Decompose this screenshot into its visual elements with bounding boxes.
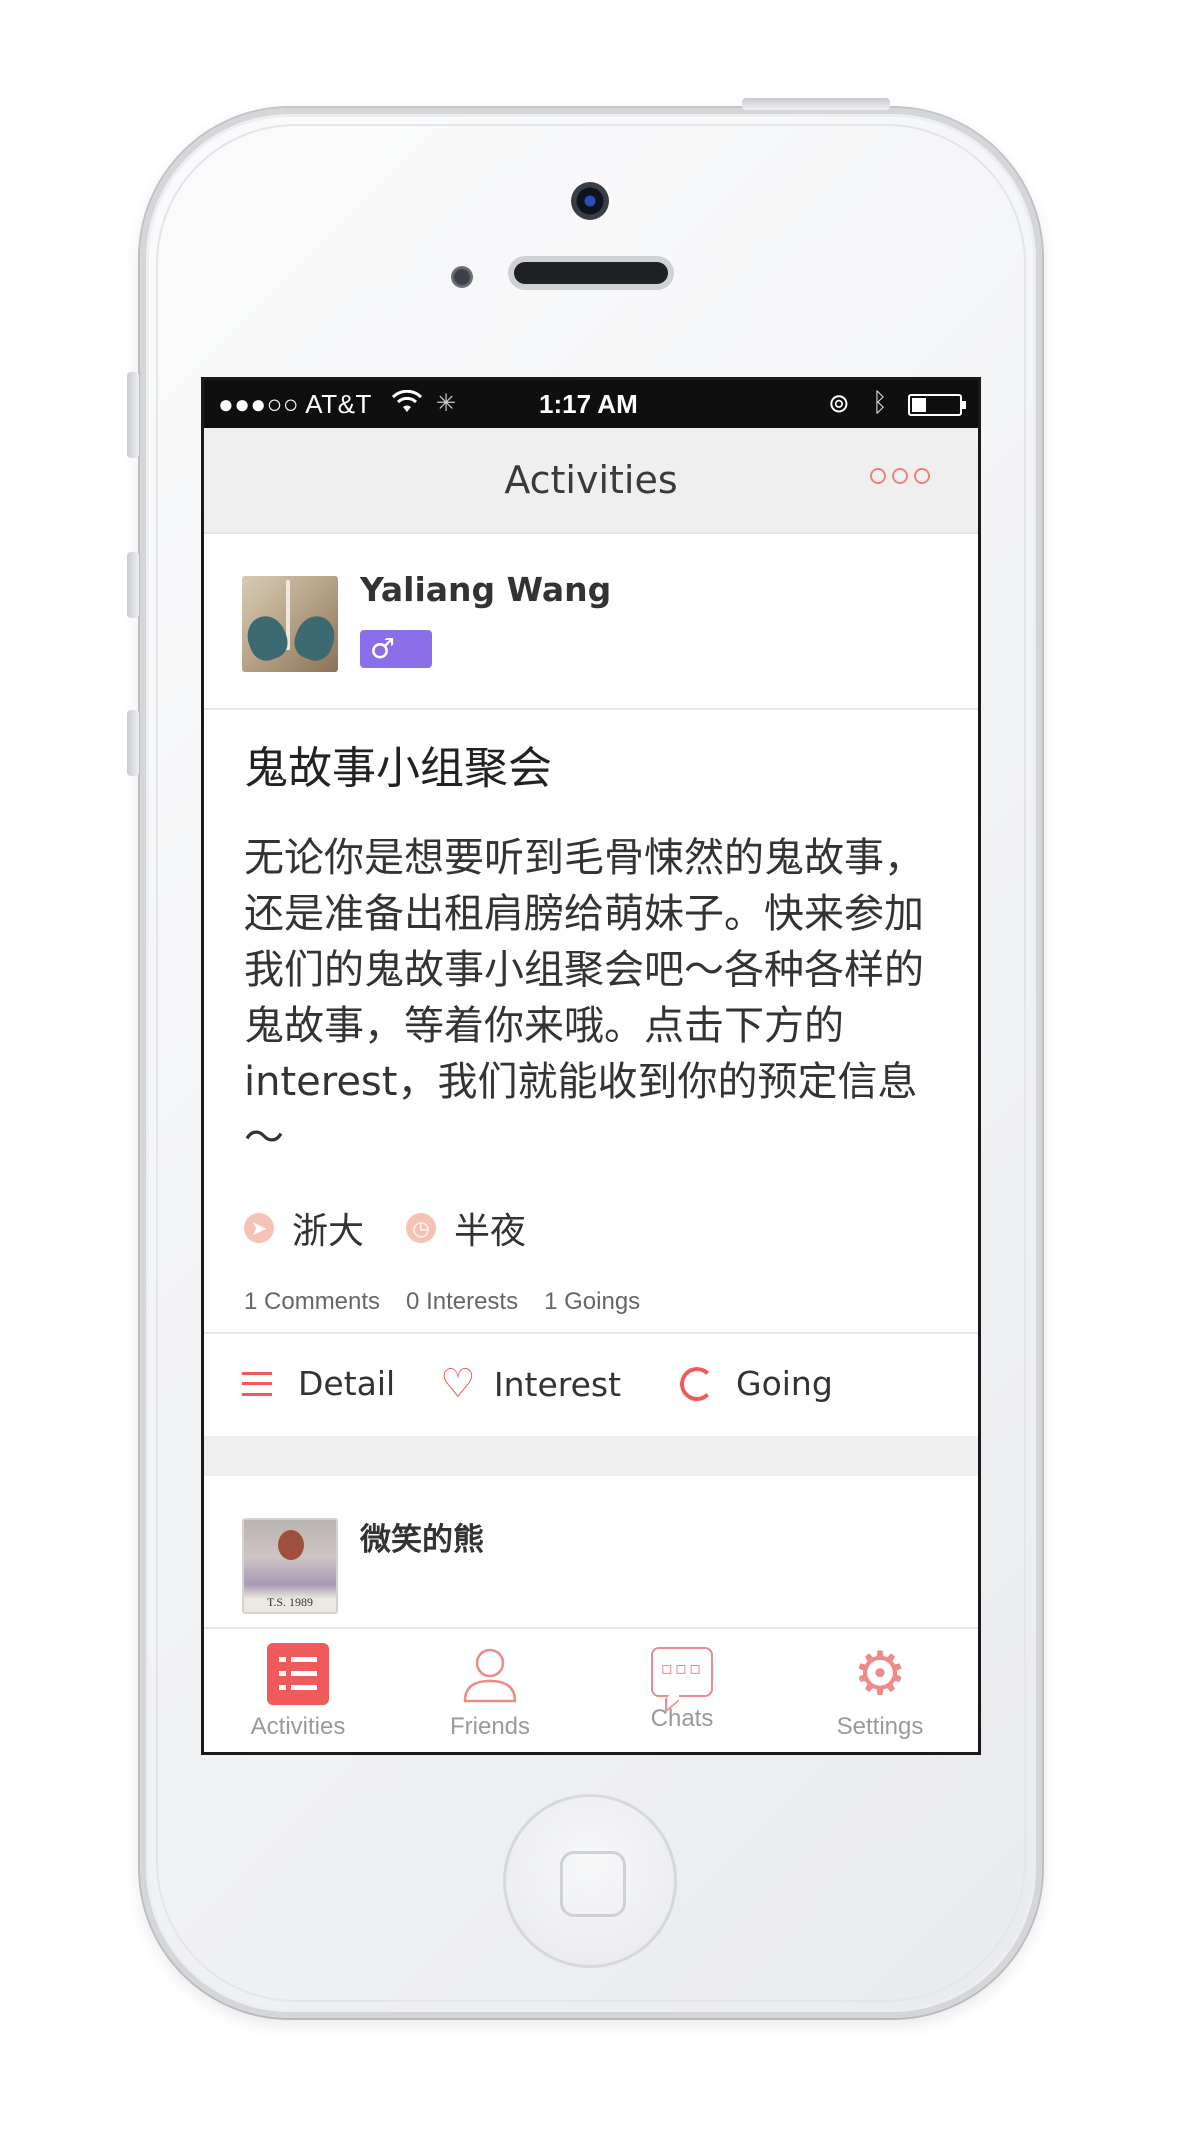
home-button[interactable] [503,1794,677,1968]
tab-label: Settings [836,1713,924,1740]
activity-feed[interactable]: Yaliang Wang ♂ 鬼故事小组聚会 无论你是想要听到毛骨悚然的鬼故事，… [204,534,978,1627]
chat-bubble-icon: ▫▫▫ [651,1647,713,1697]
going-label: Going [736,1364,833,1403]
more-options-icon[interactable] [870,468,930,484]
list-icon [242,1371,272,1396]
interests-count[interactable]: 0 Interests [406,1288,518,1316]
rotation-lock-icon: ⊚ [828,388,850,418]
detail-label: Detail [298,1364,396,1403]
location-label: 浙大 [292,1211,365,1252]
tab-settings[interactable]: ⚙ Settings [800,1643,960,1741]
clock-icon: ◷ [406,1213,437,1243]
proximity-sensor [451,266,473,288]
detail-button[interactable]: Detail [242,1364,395,1403]
gender-male-badge: ♂ [360,630,432,668]
gear-icon: ⚙ [853,1639,907,1709]
tab-label: Chats [650,1705,714,1732]
card-separator [204,1436,978,1476]
battery-fill [912,398,926,412]
time-label: 半夜 [454,1211,527,1252]
going-button[interactable]: Going [680,1364,833,1403]
interest-label: Interest [493,1364,622,1404]
comments-count[interactable]: 1 Comments [244,1288,380,1316]
page-title: Activities [504,458,678,502]
tab-label: Activities [250,1713,346,1740]
post-title: 鬼故事小组聚会 [244,743,552,794]
battery-icon [908,394,966,416]
tab-friends[interactable]: Friends [410,1643,570,1741]
compass-icon: ➤ [244,1213,274,1243]
power-button [742,98,890,110]
tab-chats[interactable]: ▫▫▫ Chats [602,1643,762,1733]
earpiece-speaker [508,256,674,290]
tab-bar: Activities Friends ▫▫▫ Chats ⚙ Settings [204,1627,978,1752]
tab-activities[interactable]: Activities [218,1643,378,1741]
activity-spinner-icon: ✳ [436,390,457,417]
post-description: 无论你是想要听到毛骨悚然的鬼故事，还是准备出租肩膀给萌妹子。快来参加我们的鬼故事… [244,835,924,1161]
status-bar: ●●●○○ AT&T ✳ 1:17 AM ⊚ ᛒ [204,380,978,428]
tab-label: Friends [449,1713,531,1740]
male-symbol-icon: ♂ [370,632,396,665]
list-icon [267,1643,329,1705]
time-info: ◷ 半夜 [406,1202,526,1254]
post-author-header[interactable]: Yaliang Wang ♂ [204,534,978,710]
going-circle-icon [680,1366,714,1401]
front-camera [571,182,609,220]
avatar-caption: T.S. 1989 [266,1595,314,1609]
carrier-signal: ●●●○○ AT&T [218,389,372,419]
mute-switch [127,372,139,458]
bluetooth-icon: ᛒ [872,387,888,417]
post-meta: ➤ 浙大 ◷ 半夜 [244,1202,568,1254]
avatar[interactable] [242,576,338,672]
post-stats: 1 Comments 0 Interests 1 Goings [244,1288,640,1316]
wifi-icon [391,389,423,421]
person-icon [459,1643,521,1705]
status-time: 1:17 AM [539,389,638,419]
navigation-bar: Activities [204,428,978,534]
location-info: ➤ 浙大 [244,1202,364,1254]
post-actions: Detail ♡ Interest Going [204,1332,978,1436]
goings-count[interactable]: 1 Goings [544,1288,640,1316]
interest-button[interactable]: ♡ Interest [440,1364,621,1404]
volume-down-button [127,710,139,776]
avatar[interactable]: T.S. 1989 [242,1518,338,1614]
author-name[interactable]: Yaliang Wang [360,570,611,609]
author-name[interactable]: 微笑的熊 [360,1514,484,1559]
heart-icon: ♡ [440,1361,476,1407]
next-post-author-header[interactable]: T.S. 1989 微笑的熊 [204,1476,978,1627]
phone-screen: ●●●○○ AT&T ✳ 1:17 AM ⊚ ᛒ Activities Yali… [201,377,981,1755]
volume-up-button [127,552,139,618]
